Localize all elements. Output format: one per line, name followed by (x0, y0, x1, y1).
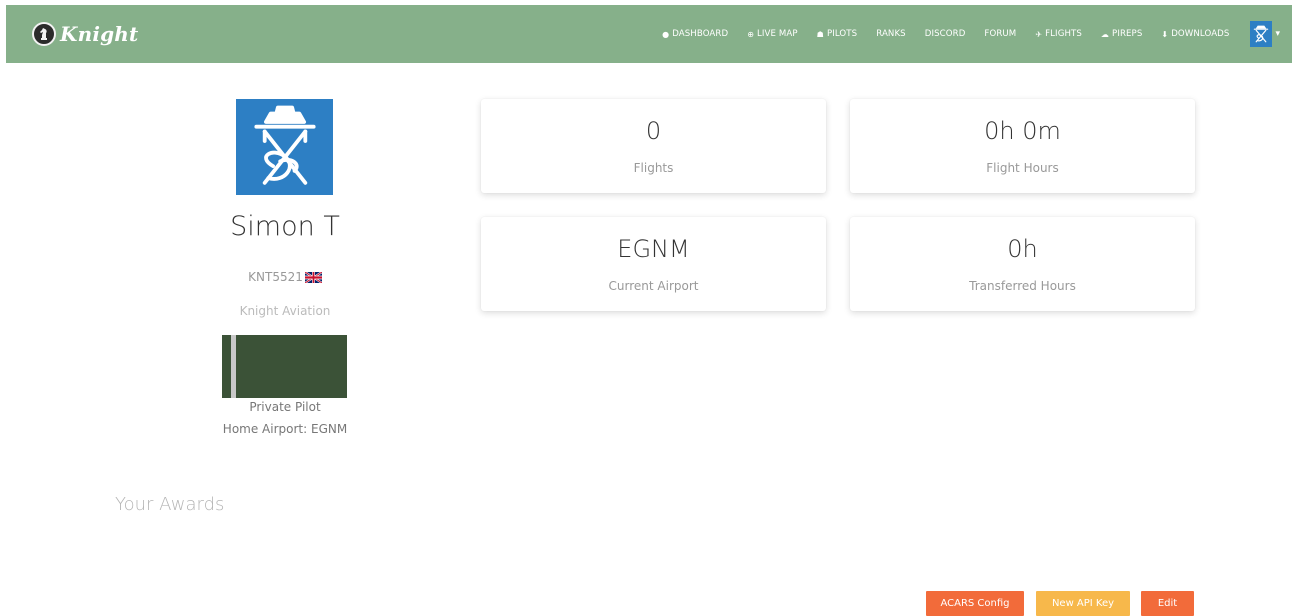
nav-discord[interactable]: DISCORD (925, 29, 966, 39)
nav-pireps[interactable]: ☁ PIREPS (1101, 29, 1142, 39)
rank-insignia (222, 335, 347, 398)
profile-avatar (236, 99, 333, 195)
stat-card-transferred-hours: 0h Transferred Hours (850, 217, 1195, 311)
nav-links: ● DASHBOARD ⊕ LIVE MAP ☗ PILOTS RANKS DI… (662, 5, 1292, 63)
nav-ranks[interactable]: RANKS (876, 29, 906, 39)
dashboard-icon: ● (662, 29, 670, 39)
nav-ranks-label: RANKS (876, 29, 906, 39)
new-api-key-button[interactable]: New API Key (1036, 591, 1130, 616)
nav-pilots-label: PILOTS (826, 29, 858, 39)
nav-pireps-label: PIREPS (1112, 29, 1143, 39)
transferred-hours-value: 0h (1007, 235, 1038, 263)
nav-forum-label: FORUM (984, 29, 1017, 39)
nav-flights-label: FLIGHTS (1045, 29, 1082, 39)
pilot-emblem-icon (253, 105, 316, 185)
pilot-emblem-icon (1254, 25, 1269, 43)
nav-dashboard-label: DASHBOARD (672, 29, 729, 39)
globe-icon: ⊕ (747, 29, 755, 39)
nav-flights[interactable]: ✈ FLIGHTS (1035, 29, 1082, 39)
user-menu-avatar[interactable] (1250, 21, 1273, 47)
stat-card-current-airport: EGNM Current Airport (481, 217, 826, 311)
pilot-id: KNT5521 (248, 270, 303, 284)
edit-button[interactable]: Edit (1141, 591, 1194, 616)
home-airport: Home Airport: EGNM (222, 422, 348, 436)
current-airport-label: Current Airport (608, 279, 699, 293)
flag-uk-icon (304, 270, 323, 284)
brand-name: Knight (60, 22, 139, 46)
flight-hours-label: Flight Hours (986, 161, 1059, 175)
rank-stripe (231, 335, 236, 398)
brand-link[interactable]: Knight (32, 22, 139, 46)
transferred-hours-label: Transferred Hours (969, 279, 1076, 293)
airline-name: Knight Aviation (239, 304, 331, 318)
flight-hours-value: 0h 0m (984, 117, 1061, 145)
nav-downloads-label: DOWNLOADS (1171, 29, 1230, 39)
stat-card-flights: 0 Flights (481, 99, 826, 193)
cloud-upload-icon: ☁ (1100, 29, 1110, 39)
flights-icon: ✈ (1035, 29, 1043, 39)
stat-card-flight-hours: 0h 0m Flight Hours (850, 99, 1195, 193)
flights-label: Flights (633, 161, 674, 175)
nav-dashboard[interactable]: ● DASHBOARD (662, 29, 728, 39)
awards-heading: Your Awards (115, 494, 225, 515)
nav-pilots[interactable]: ☗ PILOTS (817, 29, 858, 39)
download-icon: ⬇ (1161, 29, 1169, 39)
nav-forum[interactable]: FORUM (984, 29, 1016, 39)
pilot-id-row: KNT5521 (190, 270, 380, 284)
rank-name: Private Pilot (249, 400, 321, 414)
pilot-name: Simon T (230, 211, 340, 242)
users-icon: ☗ (816, 29, 824, 39)
top-navbar: Knight ● DASHBOARD ⊕ LIVE MAP ☗ PILOTS R… (6, 5, 1292, 63)
nav-live-map[interactable]: ⊕ LIVE MAP (747, 29, 797, 39)
flights-count: 0 (645, 117, 662, 145)
nav-discord-label: DISCORD (924, 29, 966, 39)
acars-config-button[interactable]: ACARS Config (926, 591, 1024, 616)
current-airport-value: EGNM (617, 235, 690, 263)
chevron-down-icon[interactable]: ▾ (1275, 29, 1280, 39)
nav-downloads[interactable]: ⬇ DOWNLOADS (1161, 29, 1229, 39)
knight-logo-icon (32, 22, 56, 46)
nav-live-map-label: LIVE MAP (757, 29, 798, 39)
